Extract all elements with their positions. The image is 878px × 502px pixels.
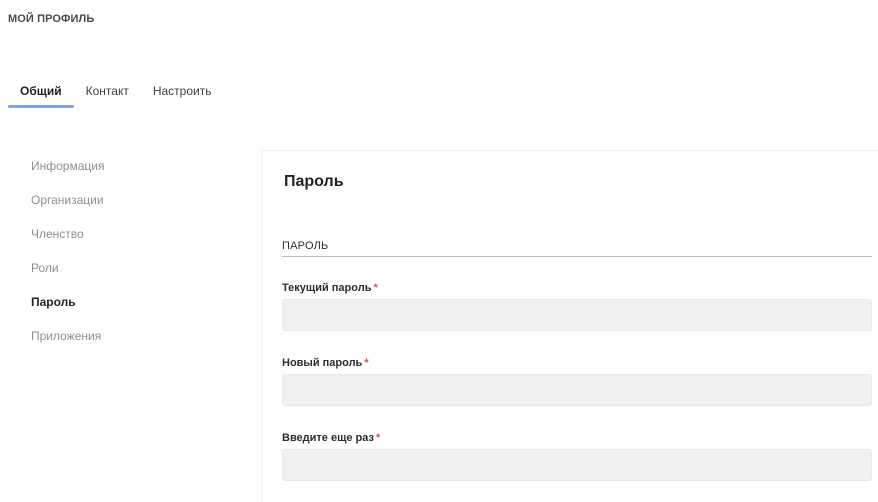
required-mark: * (373, 282, 378, 294)
panel-title: Пароль (284, 173, 344, 190)
current-password-input[interactable] (282, 299, 872, 331)
confirm-password-label-text: Введите еще раз (282, 432, 374, 444)
tab-general[interactable]: Общий (8, 84, 74, 108)
current-password-label-text: Текущий пароль (282, 282, 372, 294)
new-password-label: Новый пароль * (282, 357, 369, 369)
new-password-label-text: Новый пароль (282, 357, 363, 369)
sidebar-item-membership[interactable]: Членство (31, 226, 231, 260)
sidebar-item-applications[interactable]: Приложения (31, 328, 231, 362)
current-password-label: Текущий пароль * (282, 282, 378, 294)
sidebar-item-password[interactable]: Пароль (31, 294, 231, 328)
sidebar-item-information[interactable]: Информация (31, 158, 231, 192)
profile-tabs: Общий Контакт Настроить (8, 84, 223, 112)
profile-page: МОЙ ПРОФИЛЬ Общий Контакт Настроить Инфо… (0, 0, 878, 502)
new-password-input[interactable] (282, 374, 872, 406)
sidebar-nav: Информация Организации Членство Роли Пар… (31, 158, 231, 362)
tab-contact[interactable]: Контакт (74, 84, 141, 108)
sidebar-item-organizations[interactable]: Организации (31, 192, 231, 226)
sidebar-item-roles[interactable]: Роли (31, 260, 231, 294)
tab-customize[interactable]: Настроить (141, 84, 224, 108)
confirm-password-input[interactable] (282, 449, 872, 481)
confirm-password-label: Введите еще раз * (282, 432, 380, 444)
page-title: МОЙ ПРОФИЛЬ (8, 13, 95, 25)
section-header: ПАРОЛЬ (282, 236, 872, 257)
password-panel: Пароль ПАРОЛЬ Текущий пароль * Новый паро… (261, 150, 878, 502)
required-mark: * (376, 432, 381, 444)
required-mark: * (364, 357, 369, 369)
section-label: ПАРОЛЬ (282, 240, 329, 252)
